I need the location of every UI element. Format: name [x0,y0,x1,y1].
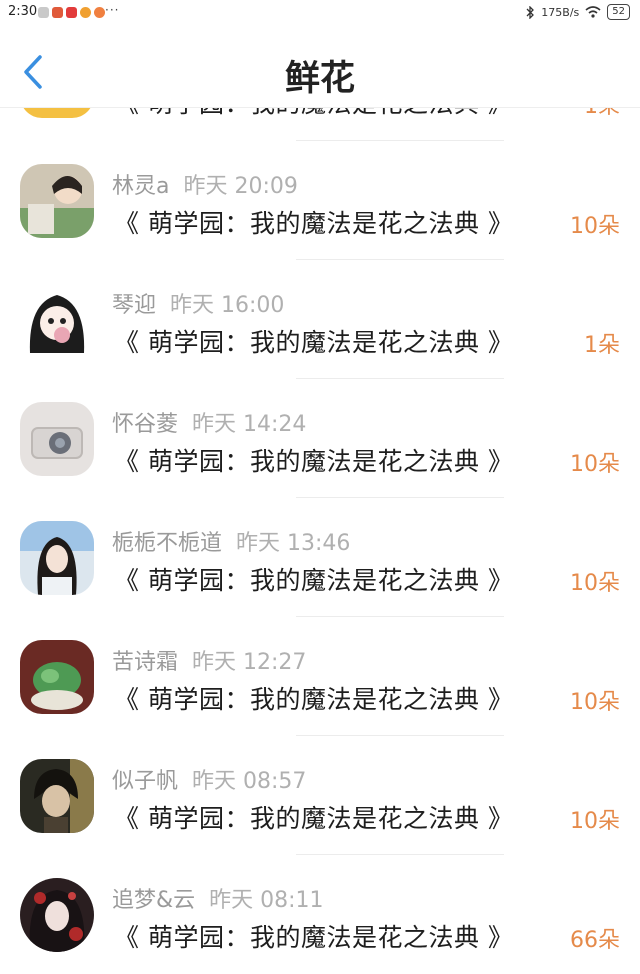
status-more: ··· [105,3,120,17]
net-speed: 175B/s [541,5,580,19]
divider [296,735,504,736]
timestamp: 昨天 08:11 [209,888,324,913]
user-name: 栀栀不栀道 [112,531,223,556]
notification-app-icon [94,7,105,18]
user-name: 似子帆 [112,769,179,794]
name-line: 栀栀不栀道 昨天 13:46 [112,525,350,557]
name-line: 琴迎 昨天 16:00 [112,287,284,319]
flower-count: 66朵 [570,928,620,953]
status-right: 175B/s 52 [526,4,630,20]
avatar [20,283,94,357]
wifi-icon [585,6,601,18]
timestamp: 昨天 14:24 [192,412,307,437]
name-line: 似子帆 昨天 08:57 [112,763,306,795]
book-title: 《 萌学园：我的魔法是花之法典 》 [114,566,514,595]
book-title: 《 萌学园：我的魔法是花之法典 》 [114,923,514,952]
name-line: 怀谷菱 昨天 14:24 [112,406,306,438]
avatar [20,640,94,714]
flower-count: 10朵 [570,452,620,477]
status-time: 2:30 [8,4,38,19]
user-name: 林灵a [112,174,170,199]
divider [296,140,504,141]
page-title: 鲜花 [284,59,355,99]
user-name: 怀谷菱 [112,412,179,437]
flower-count: 10朵 [570,809,620,834]
timestamp: 昨天 16:00 [170,293,285,318]
list-item[interactable]: 琴迎 昨天 16:00 《 萌学园：我的魔法是花之法典 》 1朵 [0,283,640,401]
user-name: 追梦&云 [112,888,196,913]
list-item[interactable]: 苦诗霜 昨天 12:27 《 萌学园：我的魔法是花之法典 》 10朵 [0,640,640,758]
list-item[interactable]: 似子帆 昨天 08:57 《 萌学园：我的魔法是花之法典 》 10朵 [0,759,640,877]
user-name: 苦诗霜 [112,650,179,675]
divider [296,854,504,855]
avatar [20,878,94,952]
book-title: 《 萌学园：我的魔法是花之法典 》 [114,804,514,833]
list-item[interactable]: 追梦&云 昨天 08:11 《 萌学园：我的魔法是花之法典 》 66朵 [0,878,640,974]
status-bar: 2:30 ··· 175B/s 52 [0,0,640,26]
timestamp: 昨天 12:27 [192,650,307,675]
battery-icon: 52 [607,4,630,20]
flower-count: 1朵 [584,333,620,358]
timestamp: 昨天 13:46 [236,531,351,556]
timestamp: 昨天 20:09 [183,174,298,199]
notification-app-icon [52,7,63,18]
name-line: 追梦&云 昨天 08:11 [112,882,324,914]
notification-icons [38,7,105,18]
notification-app-icon [80,7,91,18]
list-item[interactable]: 栀栀不栀道 昨天 13:46 《 萌学园：我的魔法是花之法典 》 10朵 [0,521,640,639]
book-title: 《 萌学园：我的魔法是花之法典 》 [114,328,514,357]
avatar [20,521,94,595]
divider [296,378,504,379]
book-title: 《 萌学园：我的魔法是花之法典 》 [114,685,514,714]
notification-app-icon [66,7,77,18]
name-line: 林灵a 昨天 20:09 [112,168,298,200]
book-title: 《 萌学园：我的魔法是花之法典 》 [114,447,514,476]
divider [296,259,504,260]
flower-count: 10朵 [570,214,620,239]
user-name: 琴迎 [112,293,157,318]
nav-bar: 鲜花 [0,26,640,108]
avatar [20,164,94,238]
timestamp: 昨天 08:57 [192,769,307,794]
list-item[interactable]: 怀谷菱 昨天 14:24 《 萌学园：我的魔法是花之法典 》 10朵 [0,402,640,520]
notification-app-icon [38,7,49,18]
avatar [20,402,94,476]
list-item[interactable]: 林灵a 昨天 20:09 《 萌学园：我的魔法是花之法典 》 10朵 [0,164,640,282]
book-title: 《 萌学园：我的魔法是花之法典 》 [114,209,514,238]
flower-count: 10朵 [570,690,620,715]
divider [296,616,504,617]
avatar [20,759,94,833]
divider [296,497,504,498]
name-line: 苦诗霜 昨天 12:27 [112,644,306,676]
flower-count: 10朵 [570,571,620,596]
bluetooth-icon [526,5,535,19]
